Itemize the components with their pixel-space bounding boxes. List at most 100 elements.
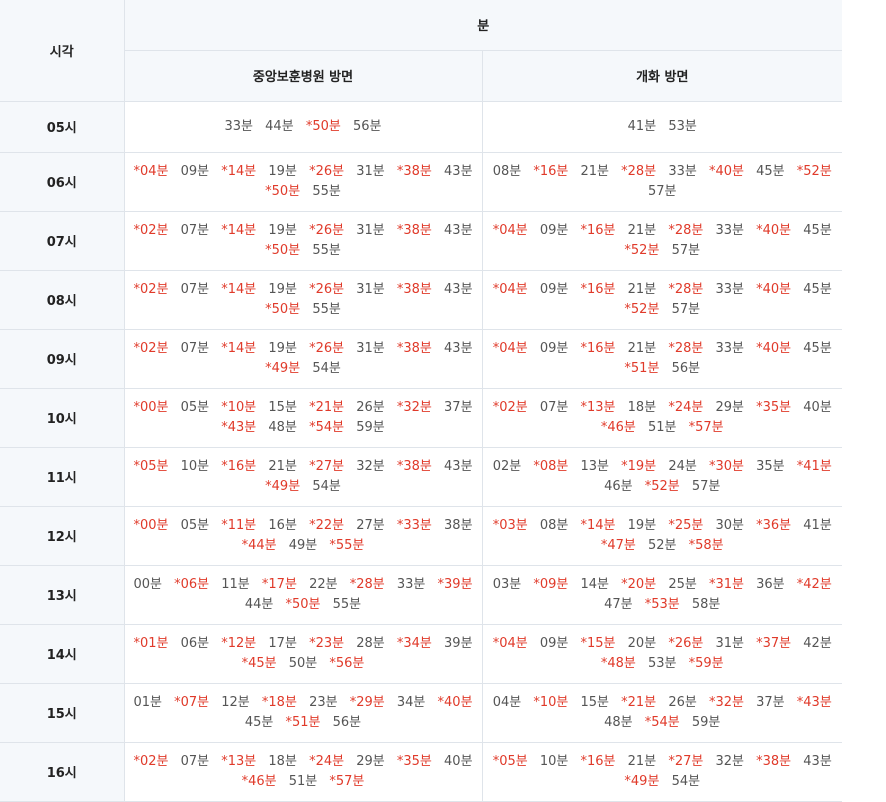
departure-time: 18분 xyxy=(627,399,657,415)
departure-time-marked: *44분 xyxy=(241,537,277,553)
departure-time: 07분 xyxy=(180,753,210,769)
departure-time-marked: *03분 xyxy=(492,517,528,533)
departure-time: 48분 xyxy=(604,714,633,730)
departure-time: 05분 xyxy=(180,517,210,533)
departure-time-marked: *04분 xyxy=(492,635,528,651)
departure-time-marked: *54분 xyxy=(309,419,345,435)
departure-time: 19분 xyxy=(268,163,297,179)
hour-cell: 14시 xyxy=(0,623,125,684)
departure-time: 09분 xyxy=(539,340,569,356)
table-row: 09시 *02분 07분 *14분 19분 *26분 31분 *38분 43분 *… xyxy=(0,328,842,389)
departure-time: 26분 xyxy=(668,694,697,710)
departure-time: 01분 xyxy=(133,694,162,710)
departure-time-marked: *23분 xyxy=(309,635,345,651)
departure-time: 54분 xyxy=(671,773,701,789)
departure-time: 21분 xyxy=(627,753,657,769)
departure-time: 43분 xyxy=(444,340,473,356)
hour-cell: 07시 xyxy=(0,210,125,271)
departure-time-marked: *00분 xyxy=(133,399,169,415)
departure-time: 40분 xyxy=(444,753,473,769)
minutes-cell-a: *02분 07분 *14분 19분 *26분 31분 *38분 43분 *50분… xyxy=(123,210,483,271)
departure-time-marked: *43분 xyxy=(221,419,257,435)
departure-time: 33분 xyxy=(224,118,254,134)
departure-time-marked: *47분 xyxy=(600,537,636,553)
departure-time-marked: *26분 xyxy=(309,222,345,238)
departure-time: 19분 xyxy=(627,517,657,533)
minutes-cell-a: *01분 06분 *12분 17분 *23분 28분 *34분 39분 *45분… xyxy=(123,623,483,684)
departure-time: 37분 xyxy=(444,399,473,415)
departure-time-marked: *26분 xyxy=(309,163,345,179)
departure-time: 07분 xyxy=(180,281,210,297)
departure-time: 09분 xyxy=(539,222,569,238)
departure-time-marked: *26분 xyxy=(309,340,345,356)
minutes-cell-a: *00분 05분 *11분 16분 *22분 27분 *33분 38분 *44분… xyxy=(123,505,483,566)
minutes-cell-a: *02분 07분 *14분 19분 *26분 31분 *38분 43분 *49분… xyxy=(123,328,483,389)
departure-time-marked: *28분 xyxy=(349,576,385,592)
departure-time: 31분 xyxy=(356,163,385,179)
departure-time: 19분 xyxy=(268,340,297,356)
table-row: 05시 33분 44분 *50분 56분 41분 53분 xyxy=(0,100,842,153)
minutes-cell-a: *04분 09분 *14분 19분 *26분 31분 *38분 43분 *50분… xyxy=(123,151,483,212)
departure-time: 57분 xyxy=(671,301,701,317)
minutes-cell-a: 01분 *07분 12분 *18분 23분 *29분 34분 *40분 45분 … xyxy=(123,682,483,743)
departure-time: 12분 xyxy=(221,694,250,710)
departure-time: 36분 xyxy=(756,576,785,592)
departure-time: 30분 xyxy=(715,517,744,533)
departure-time: 21분 xyxy=(580,163,610,179)
departure-time: 20분 xyxy=(627,635,657,651)
departure-time-marked: *20분 xyxy=(621,576,657,592)
departure-time: 29분 xyxy=(356,753,385,769)
departure-time-marked: *25분 xyxy=(668,517,704,533)
departure-time-marked: *01분 xyxy=(133,635,169,651)
direction-header-b: 개화 방면 xyxy=(481,49,842,102)
departure-time: 55분 xyxy=(312,183,341,199)
departure-time-marked: *08분 xyxy=(533,458,569,474)
departure-time-marked: *51분 xyxy=(285,714,321,730)
departure-time-marked: *39분 xyxy=(437,576,473,592)
departure-time-marked: *38분 xyxy=(396,458,432,474)
departure-time-marked: *38분 xyxy=(396,222,432,238)
departure-time: 43분 xyxy=(444,458,473,474)
departure-time-marked: *40분 xyxy=(756,222,792,238)
departure-time: 07분 xyxy=(180,340,210,356)
departure-time: 49분 xyxy=(288,537,318,553)
departure-time: 57분 xyxy=(691,478,721,494)
departure-time: 55분 xyxy=(312,242,341,258)
minutes-cell-a: *05분 10분 *16분 21분 *27분 32분 *38분 43분 *49분… xyxy=(123,446,483,507)
hour-cell: 10시 xyxy=(0,387,125,448)
departure-time: 16분 xyxy=(268,517,297,533)
departure-time-marked: *15분 xyxy=(580,635,616,651)
departure-time-marked: *16분 xyxy=(580,340,616,356)
departure-time: 04분 xyxy=(492,694,522,710)
departure-time: 08분 xyxy=(539,517,569,533)
departure-time-marked: *12분 xyxy=(221,635,257,651)
departure-time: 56분 xyxy=(332,714,362,730)
departure-time-marked: *26분 xyxy=(668,635,704,651)
departure-time: 58분 xyxy=(691,596,721,612)
departure-time: 35분 xyxy=(756,458,785,474)
departure-time-marked: *14분 xyxy=(580,517,616,533)
departure-time: 43분 xyxy=(803,753,832,769)
departure-time-marked: *28분 xyxy=(668,340,704,356)
minutes-cell-a: 33분 44분 *50분 56분 xyxy=(123,100,483,153)
departure-time: 54분 xyxy=(312,478,341,494)
departure-time: 05분 xyxy=(180,399,210,415)
departure-time: 09분 xyxy=(539,635,569,651)
departure-time: 09분 xyxy=(180,163,210,179)
table-row: 06시 *04분 09분 *14분 19분 *26분 31분 *38분 43분 *… xyxy=(0,151,842,212)
minutes-cell-b: 02분 *08분 13분 *19분 24분 *30분 35분 *41분 46분 … xyxy=(481,446,842,507)
departure-time: 42분 xyxy=(803,635,832,651)
departure-time: 08분 xyxy=(492,163,522,179)
timetable-header: 시각 분 중앙보훈병원 방면 개화 방면 xyxy=(0,0,842,102)
departure-time: 44분 xyxy=(244,596,274,612)
departure-time-marked: *41분 xyxy=(796,458,832,474)
departure-time-marked: *50분 xyxy=(265,183,301,199)
departure-time: 10분 xyxy=(539,753,569,769)
departure-time: 56분 xyxy=(352,118,382,134)
departure-time-marked: *13분 xyxy=(221,753,257,769)
departure-time-marked: *57분 xyxy=(329,773,365,789)
departure-time-marked: *45분 xyxy=(241,655,277,671)
minutes-cell-b: 04분 *10분 15분 *21분 26분 *32분 37분 *43분 48분 … xyxy=(481,682,842,743)
hour-cell: 12시 xyxy=(0,505,125,566)
departure-time: 47분 xyxy=(604,596,633,612)
